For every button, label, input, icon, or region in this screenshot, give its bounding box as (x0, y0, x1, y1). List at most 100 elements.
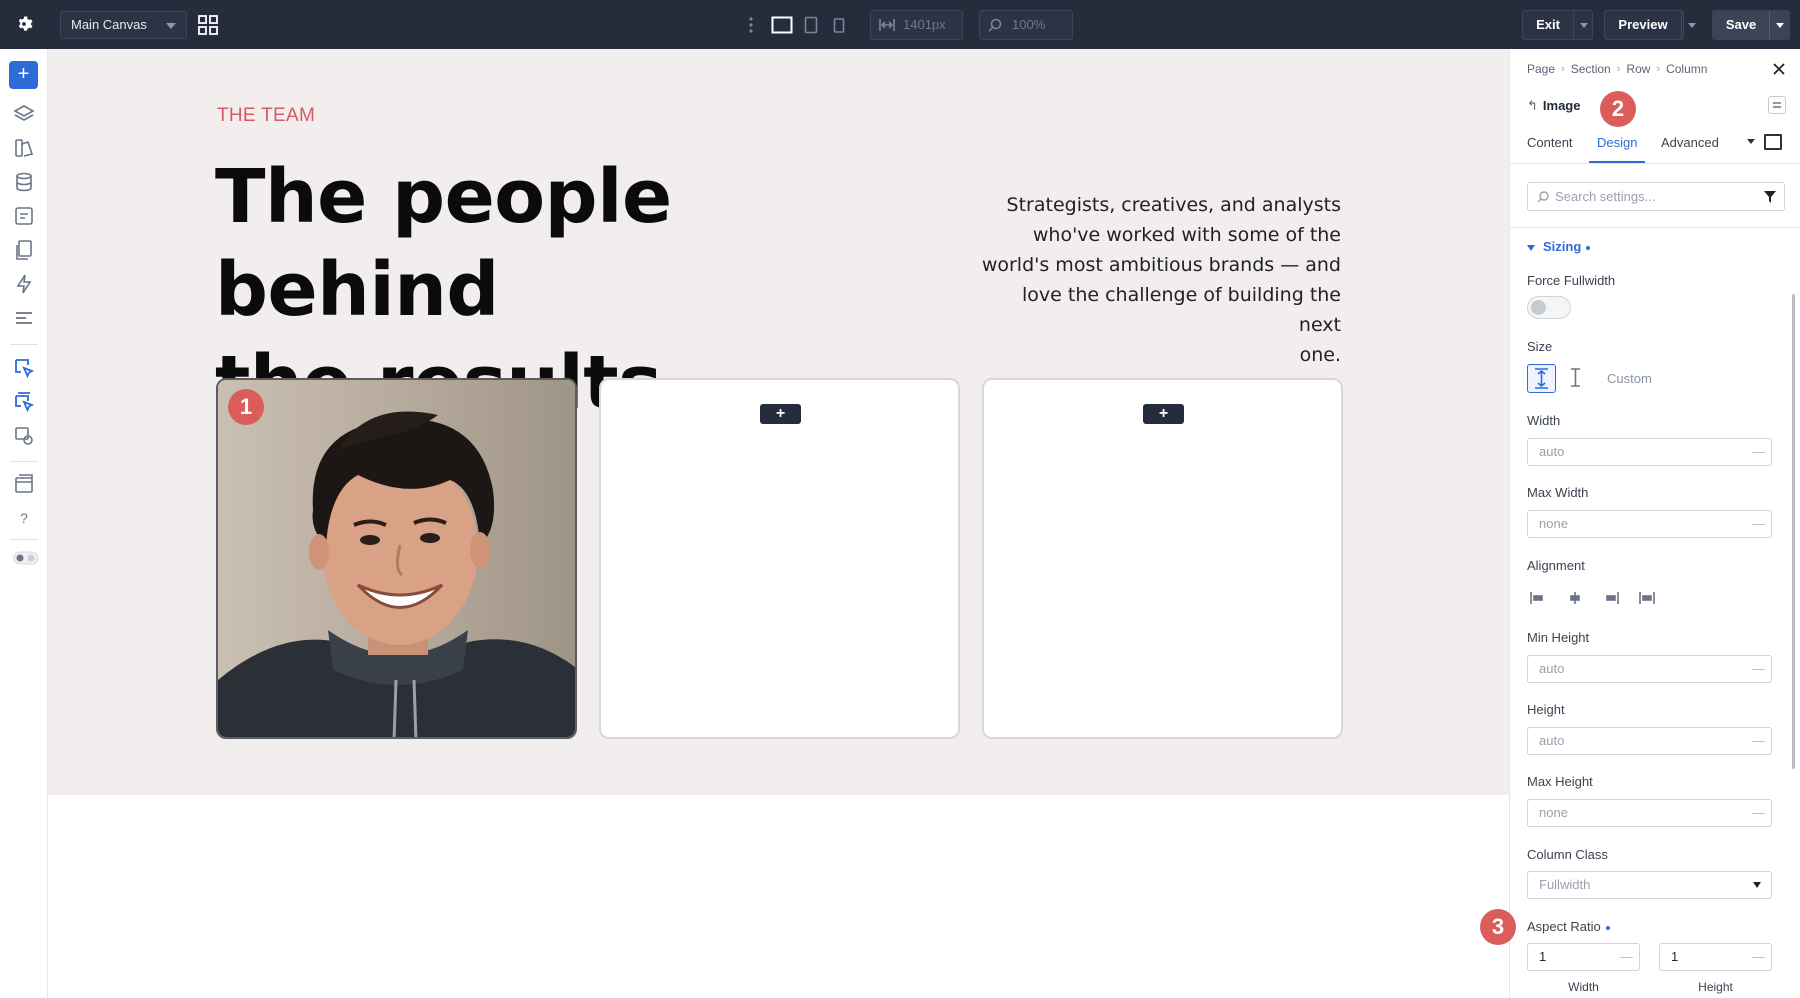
max-width-input[interactable]: none — (1527, 510, 1772, 538)
align-justify-icon[interactable] (1637, 588, 1657, 608)
layers-icon[interactable] (13, 103, 35, 125)
zoom-value: 100% (1012, 17, 1046, 32)
sizing-group-title: Sizing (1543, 239, 1582, 254)
intro-line: Strategists, creatives, and analysts (1006, 194, 1341, 216)
tab-content[interactable]: Content (1527, 133, 1573, 163)
filter-icon[interactable] (1764, 191, 1776, 203)
step-badge-1: 1 (228, 389, 264, 425)
preview-box-icon[interactable] (1764, 134, 1782, 150)
chevron-right-icon: › (1561, 63, 1565, 75)
exit-button-label: Exit (1536, 17, 1560, 32)
desktop-view-icon[interactable] (771, 14, 793, 36)
size-actual-option[interactable] (1562, 364, 1591, 393)
tab-dropdown-icon[interactable] (1747, 139, 1755, 144)
module-options-icon[interactable] (1768, 96, 1786, 114)
align-left-icon[interactable] (1527, 588, 1547, 608)
aspect-ratio-width-input[interactable]: 1— (1527, 943, 1640, 971)
canvas-select[interactable]: Main Canvas (60, 11, 187, 39)
pages-icon[interactable] (13, 239, 35, 261)
preview-button-label: Preview (1618, 17, 1668, 32)
add-module-button[interactable]: + (1143, 404, 1184, 424)
help-icon[interactable]: ? (13, 507, 35, 529)
theme-toggle-icon[interactable] (13, 551, 39, 573)
size-fit-option[interactable] (1527, 364, 1556, 393)
chevron-down-icon (1753, 882, 1761, 888)
alignment-label: Alignment (1527, 558, 1585, 573)
unit-dash: — (1752, 444, 1765, 459)
module-presets-icon[interactable] (13, 425, 35, 447)
canvas-width-field[interactable]: 1401px (870, 10, 963, 40)
lightning-icon[interactable] (13, 273, 35, 295)
module-title: ↰ Image (1527, 98, 1580, 114)
column-class-select[interactable]: Fullwidth (1527, 871, 1772, 899)
tab-design[interactable]: Design (1588, 133, 1647, 163)
zoom-icon (988, 18, 1002, 32)
align-right-icon[interactable] (1602, 588, 1622, 608)
align-center-icon[interactable] (1565, 588, 1585, 608)
zoom-field[interactable]: 100% (979, 10, 1073, 40)
tablet-view-icon[interactable] (804, 14, 818, 36)
preview-dropdown-icon[interactable] (1688, 23, 1696, 28)
unit-dash: — (1752, 516, 1765, 531)
search-settings-input[interactable]: Search settings... (1527, 182, 1785, 211)
min-height-input[interactable]: auto — (1527, 655, 1772, 683)
left-toolbar: + ? (0, 49, 48, 998)
canvas-select-label: Main Canvas (71, 17, 147, 32)
database-icon[interactable] (13, 171, 35, 193)
height-input[interactable]: auto — (1527, 727, 1772, 755)
max-width-label: Max Width (1527, 485, 1589, 500)
add-module-button[interactable]: + (760, 404, 801, 424)
unit-dash: — (1752, 733, 1765, 748)
canvas-width-value: 1401px (903, 17, 946, 32)
max-height-input[interactable]: none — (1527, 799, 1772, 827)
width-input[interactable]: auto — (1527, 438, 1772, 466)
layout-grid-icon[interactable] (198, 15, 218, 35)
team-section[interactable]: THE TEAM The people behind the results. … (48, 49, 1509, 795)
phone-view-icon[interactable] (833, 14, 845, 36)
team-empty-card-3[interactable]: + (982, 378, 1343, 739)
list-settings-icon[interactable] (13, 307, 35, 329)
force-fullwidth-toggle[interactable] (1527, 296, 1571, 319)
save-button[interactable]: Save (1712, 10, 1790, 40)
team-empty-card-2[interactable]: + (599, 378, 960, 739)
exit-button[interactable]: Exit (1522, 10, 1593, 40)
breadcrumb-item-column[interactable]: Column (1666, 62, 1707, 76)
section-eyebrow: THE TEAM (217, 105, 316, 126)
size-label: Size (1527, 339, 1553, 354)
back-arrow-icon[interactable]: ↰ (1527, 98, 1538, 113)
add-module-button[interactable]: + (9, 61, 38, 89)
close-icon[interactable] (1772, 62, 1786, 76)
modified-dot-icon (1605, 925, 1610, 930)
breadcrumb-item-row[interactable]: Row (1626, 62, 1650, 76)
min-height-value: auto (1539, 661, 1565, 676)
unit-dash: — (1752, 805, 1765, 820)
multi-select-icon[interactable] (13, 391, 35, 413)
unit-dash: — (1752, 949, 1765, 964)
exit-dropdown-icon[interactable] (1580, 23, 1588, 28)
select-module-icon[interactable] (13, 357, 35, 379)
svg-text:?: ? (20, 510, 28, 526)
panel-scrollbar[interactable] (1792, 294, 1795, 769)
design-library-icon[interactable] (13, 137, 35, 159)
page-settings-icon[interactable] (13, 205, 35, 227)
tab-advanced[interactable]: Advanced (1661, 133, 1719, 163)
width-label: Width (1527, 413, 1561, 428)
size-custom-option[interactable]: Custom (1607, 371, 1652, 386)
settings-gear-icon[interactable] (12, 12, 36, 36)
aspect-ratio-label: Aspect Ratio (1527, 919, 1610, 934)
breadcrumb-item-section[interactable]: Section (1571, 62, 1611, 76)
aspect-ratio-height-input[interactable]: 1— (1659, 943, 1772, 971)
height-label: Height (1527, 702, 1565, 717)
width-value: auto (1539, 444, 1565, 459)
team-photo-card[interactable]: 1 (216, 378, 577, 739)
section-intro-text[interactable]: Strategists, creatives, and analysts who… (978, 190, 1341, 370)
preview-button[interactable]: Preview (1604, 10, 1696, 40)
sizing-group-toggle[interactable]: Sizing (1527, 239, 1591, 254)
more-vertical-icon[interactable] (748, 14, 754, 36)
save-dropdown-icon[interactable] (1776, 23, 1784, 28)
windows-icon[interactable] (13, 473, 35, 495)
step-badge-3: 3 (1480, 909, 1516, 945)
column-class-value: Fullwidth (1539, 877, 1591, 892)
aspect-ratio-width-caption: Width (1568, 980, 1599, 994)
breadcrumb-item-page[interactable]: Page (1527, 62, 1555, 76)
